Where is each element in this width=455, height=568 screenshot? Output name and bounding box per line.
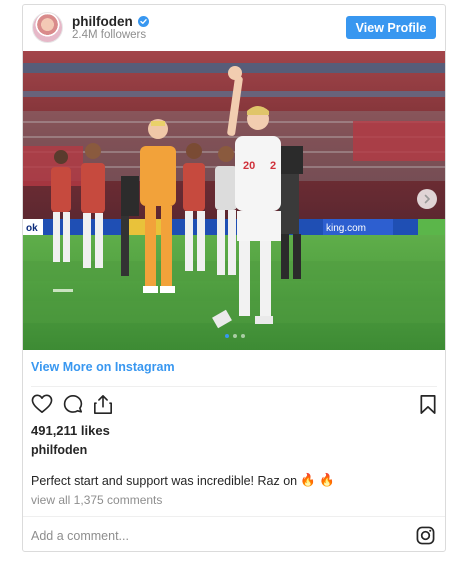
username[interactable]: philfoden <box>72 14 133 29</box>
like-count[interactable]: 491,211 likes <box>31 423 110 438</box>
ad-board-text-left: ok <box>26 223 38 234</box>
follower-count: 2.4M followers <box>72 29 147 41</box>
comment-bar <box>23 516 445 551</box>
view-comments-link[interactable]: view all 1,375 comments <box>31 493 162 507</box>
carousel-dot <box>225 334 229 338</box>
carousel-dots <box>23 334 445 338</box>
share-icon[interactable] <box>93 394 113 420</box>
verified-badge-icon <box>137 16 149 27</box>
carousel-next-button[interactable] <box>417 189 437 209</box>
stadium-photo: ok king.com 20 2 <box>23 51 445 350</box>
comment-input[interactable] <box>31 526 391 546</box>
carousel-dot <box>241 334 245 338</box>
comment-icon[interactable] <box>62 394 84 420</box>
post-header: philfoden 2.4M followers View Profile <box>23 5 445 51</box>
instagram-icon[interactable] <box>416 526 435 550</box>
view-profile-button[interactable]: View Profile <box>346 16 436 39</box>
post-author[interactable]: philfoden <box>31 443 87 457</box>
ad-board-text-right: king.com <box>326 223 366 234</box>
post-photo[interactable]: ok king.com 20 2 <box>23 51 445 350</box>
avatar[interactable] <box>32 12 63 43</box>
instagram-embed-card: philfoden 2.4M followers View Profile ok… <box>22 4 446 552</box>
player-number-left: 20 <box>243 160 255 172</box>
username-row: philfoden <box>72 14 149 29</box>
view-more-link[interactable]: View More on Instagram <box>31 360 175 374</box>
carousel-dot <box>233 334 237 338</box>
action-bar <box>31 394 437 418</box>
player-number-right: 2 <box>270 160 276 172</box>
caption: Perfect start and support was incredible… <box>31 473 335 488</box>
bookmark-icon[interactable] <box>419 394 437 420</box>
caption-text: Perfect start and support was incredible… <box>31 473 298 488</box>
caption-emoji: 🔥 🔥 <box>300 473 335 487</box>
heart-icon[interactable] <box>31 394 53 419</box>
chevron-right-icon <box>424 194 431 204</box>
divider <box>31 386 437 387</box>
